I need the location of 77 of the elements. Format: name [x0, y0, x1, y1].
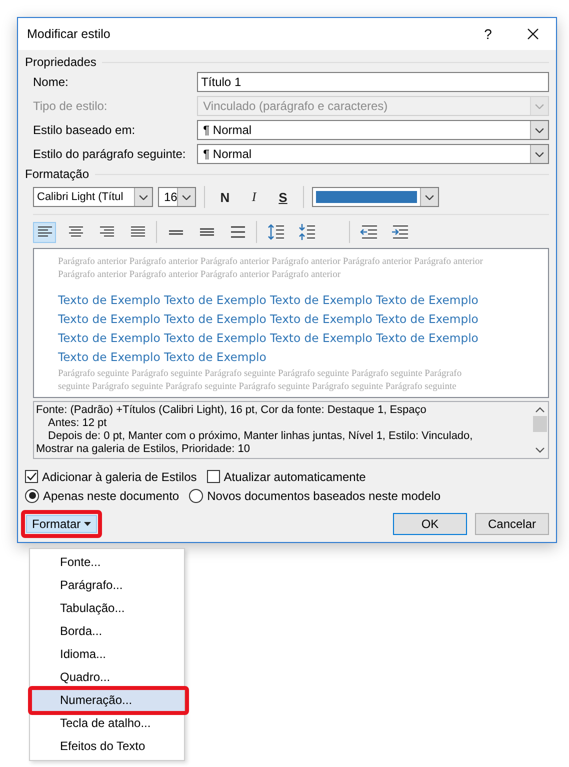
section-title: Propriedades — [25, 55, 96, 69]
description-text: Mostrar na galeria de Estilos, Prioridade: 10 — [36, 443, 251, 456]
caret-icon — [84, 522, 91, 526]
checkbox-label: Atualizar automaticamente — [224, 470, 366, 484]
style-dropdown[interactable]: ¶ Normal — [197, 120, 549, 140]
dropdown-button[interactable] — [530, 145, 548, 163]
menu-item[interactable]: Borda... — [30, 620, 184, 643]
sample-text: Texto de Exemplo Texto de Exemplo Texto de Exemplo Texto de Exemplo — [58, 311, 480, 328]
checkbox-label: Adicionar à galeria de Estilos — [42, 470, 197, 484]
chevron-down-icon — [139, 194, 148, 200]
text-field[interactable]: Título 1 — [197, 72, 549, 92]
decrease-indent-icon — [360, 223, 378, 241]
dropdown-value: ¶ Normal — [202, 147, 253, 161]
chevron-down-icon — [535, 128, 544, 132]
dropdown-value: 16 — [163, 190, 177, 204]
preview-text: Parágrafo anterior Parágrafo anterior Parágrafo anterior Parágrafo anterior — [58, 269, 342, 282]
paragraph-spacing-icon — [298, 223, 316, 241]
dropdown-value: ¶ Normal — [202, 123, 253, 137]
radio-label: Novos documentos baseados neste modelo — [207, 488, 441, 502]
dropdown-value: Vinculado (parágrafo e caracteres) — [202, 99, 389, 113]
ok-button[interactable]: OK — [393, 513, 467, 535]
paragraph-spacing-icon — [266, 223, 284, 241]
dropdown-button[interactable] — [420, 188, 438, 206]
field-label: Tipo de estilo: — [33, 99, 108, 113]
field-label: Estilo baseado em: — [33, 123, 136, 137]
preview-text: Parágrafo anterior Parágrafo anterior Parágrafo anterior Parágrafo anterior Parágrafo anterior Parágrafo anterior — [58, 256, 484, 269]
line-spacing-icon — [166, 230, 184, 234]
checkmark-icon — [26, 471, 37, 482]
increase-indent-icon — [390, 223, 408, 241]
chevron-down-icon — [535, 152, 544, 156]
font-color-dropdown[interactable] — [312, 187, 439, 207]
chevron-down-icon — [182, 194, 191, 200]
preview-text: Parágrafo seguinte Parágrafo seguinte Parágrafo seguinte Parágrafo seguinte Parágrafo seguinte Parágrafo — [58, 368, 463, 381]
sample-text: Texto de Exemplo Texto de Exemplo Texto de Exemplo Texto de Exemplo — [58, 292, 480, 309]
menu-item[interactable]: Parágrafo... — [30, 574, 184, 597]
scroll-thumb[interactable] — [533, 416, 547, 432]
field-label: Nome: — [33, 75, 70, 89]
scroll-up-icon[interactable] — [534, 405, 546, 415]
menu-item[interactable]: Numeração... — [30, 689, 184, 712]
menu-item[interactable]: Fonte... — [30, 551, 184, 574]
menu-item[interactable]: Quadro... — [30, 666, 184, 689]
bold-button[interactable]: N — [213, 187, 237, 207]
font-dropdown[interactable]: Calibri Light (Títul — [33, 187, 153, 207]
chevron-down-icon — [425, 194, 434, 200]
help-button[interactable]: ? — [466, 18, 510, 50]
checkbox[interactable] — [206, 470, 220, 483]
preview-text: seguinte Parágrafo seguinte Parágrafo seguinte Parágrafo seguinte Parágrafo seguinte Parágrafo seguinte — [58, 381, 458, 394]
style-dropdown[interactable]: ¶ Normal — [197, 144, 549, 164]
description-text: Depois de: 0 pt, Manter com o próximo, Manter linhas juntas, Nível 1, Estilo: Vinculado, — [47, 430, 474, 443]
field-label: Estilo do parágrafo seguinte: — [33, 147, 187, 161]
size-dropdown[interactable]: 16 — [158, 187, 196, 207]
close-icon — [527, 28, 539, 40]
format-button[interactable]: Formatar — [26, 515, 97, 533]
sample-text: Texto de Exemplo Texto de Exemplo — [58, 349, 268, 366]
dropdown-button[interactable] — [530, 121, 548, 139]
dropdown-value: Calibri Light (Títul — [36, 191, 124, 203]
chevron-down-icon — [535, 104, 544, 108]
scroll-down-icon[interactable] — [534, 445, 546, 455]
description-text: Antes: 12 pt — [47, 417, 108, 430]
sample-text: Texto de Exemplo Texto de Exemplo Texto de Exemplo Texto de Exemplo — [58, 330, 480, 347]
radio-label: Apenas neste documento — [43, 488, 180, 502]
menu-item[interactable]: Tecla de atalho... — [30, 712, 184, 735]
toolbar-button[interactable] — [33, 222, 56, 242]
menu-item[interactable]: Idioma... — [30, 643, 184, 666]
dropdown-button[interactable] — [134, 188, 152, 206]
window-title: Modificar estilo — [26, 27, 112, 41]
section-title: Formatação — [25, 167, 90, 181]
underline-button[interactable]: S — [271, 187, 295, 207]
description-text: Fonte: (Padrão) +Títulos (Calibri Light), 16 pt, Cor da fonte: Destaque 1, Espaço — [36, 404, 428, 417]
radio-button[interactable] — [189, 488, 204, 502]
menu-item[interactable]: Efeitos do Texto — [30, 735, 184, 758]
checkbox[interactable] — [25, 470, 38, 483]
radio-button[interactable] — [25, 488, 39, 502]
menu-item[interactable]: Tabulação... — [30, 597, 184, 620]
dropdown-button[interactable] — [177, 188, 195, 206]
italic-button[interactable]: I — [242, 187, 266, 207]
cancel-button[interactable]: Cancelar — [475, 513, 549, 535]
